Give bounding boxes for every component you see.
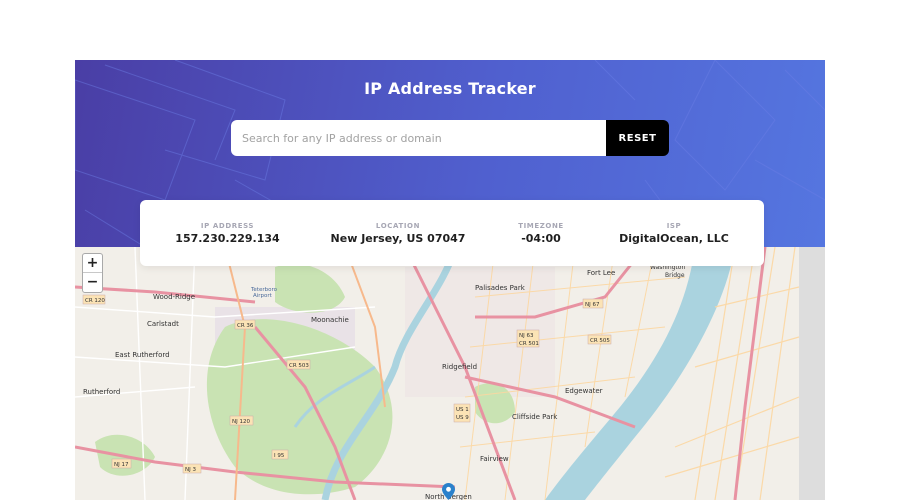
zoom-control: + − <box>82 253 103 293</box>
place-label: Wood-Ridge <box>153 293 195 301</box>
info-label: IP ADDRESS <box>200 222 255 230</box>
svg-text:NJ 17: NJ 17 <box>114 462 129 468</box>
info-isp: ISP DigitalOcean, LLC <box>601 200 747 266</box>
info-timezone: TIMEZONE -04:00 <box>481 200 601 266</box>
svg-text:CR 501: CR 501 <box>519 341 539 347</box>
svg-text:CR 120: CR 120 <box>85 298 105 304</box>
place-label: Palisades Park <box>475 284 526 292</box>
map-tiles[interactable]: Fort Lee Washington Bridge Wood-Ridge Te… <box>75 247 825 500</box>
search-bar: RESET <box>231 120 669 156</box>
svg-text:CR 503: CR 503 <box>289 363 309 369</box>
place-label: Carlstadt <box>147 320 179 328</box>
place-label: Moonachie <box>311 316 349 324</box>
svg-text:NJ 3: NJ 3 <box>185 467 196 473</box>
place-label: Rutherford <box>83 388 120 396</box>
place-label: Ridgefield <box>442 363 477 371</box>
svg-text:NJ 63: NJ 63 <box>519 333 534 339</box>
place-label: Cliffside Park <box>512 413 558 421</box>
svg-text:I 95: I 95 <box>274 453 285 459</box>
place-label: Bridge <box>665 272 685 279</box>
info-location: LOCATION New Jersey, US 07047 <box>315 200 481 266</box>
place-label: Edgewater <box>565 387 603 395</box>
place-label: East Rutherford <box>115 351 170 359</box>
info-value: DigitalOcean, LLC <box>619 232 729 245</box>
place-label: Airport <box>253 293 273 299</box>
info-label: LOCATION <box>375 222 421 230</box>
zoom-in-button[interactable]: + <box>83 254 102 273</box>
info-panel: IP ADDRESS 157.230.229.134 LOCATION New … <box>140 200 764 266</box>
svg-text:US 9: US 9 <box>456 415 469 421</box>
svg-text:CR 505: CR 505 <box>590 338 610 344</box>
info-value: -04:00 <box>521 232 561 245</box>
app-window: IP Address Tracker RESET <box>75 60 825 500</box>
info-value: 157.230.229.134 <box>175 232 280 245</box>
search-input[interactable] <box>231 120 606 156</box>
location-pin-icon[interactable] <box>442 483 455 500</box>
info-label: TIMEZONE <box>518 222 564 230</box>
info-ip-address: IP ADDRESS 157.230.229.134 <box>140 200 315 266</box>
map-view[interactable]: Fort Lee Washington Bridge Wood-Ridge Te… <box>75 247 825 500</box>
reset-button[interactable]: RESET <box>606 120 669 156</box>
info-label: ISP <box>666 222 682 230</box>
place-label: Fairview <box>480 455 509 463</box>
zoom-out-button[interactable]: − <box>83 273 102 292</box>
svg-text:NJ 67: NJ 67 <box>585 302 600 308</box>
svg-text:US 1: US 1 <box>456 407 469 413</box>
info-value: New Jersey, US 07047 <box>330 232 466 245</box>
svg-text:NJ 120: NJ 120 <box>232 419 250 425</box>
svg-text:CR 36: CR 36 <box>237 323 254 329</box>
page-title: IP Address Tracker <box>364 79 536 98</box>
place-label: Fort Lee <box>587 269 615 277</box>
